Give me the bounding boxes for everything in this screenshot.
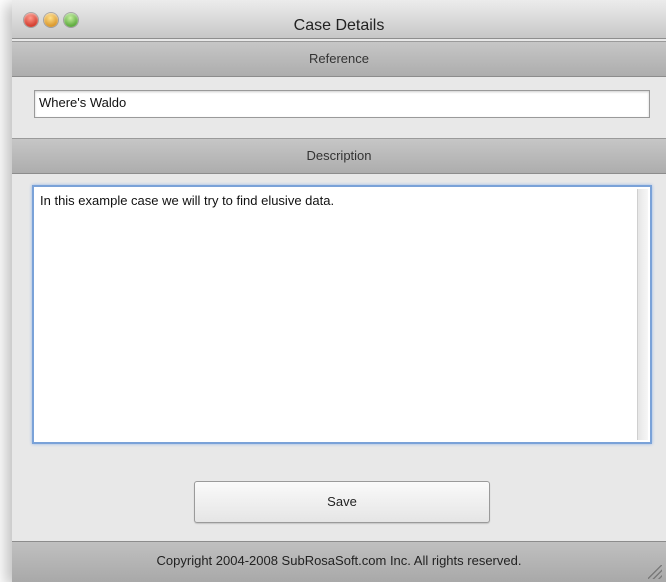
reference-header: Reference [12, 41, 666, 77]
resize-grip-icon[interactable] [648, 565, 662, 579]
save-button[interactable]: Save [194, 481, 490, 523]
description-scrollbar[interactable] [637, 189, 648, 440]
description-header: Description [12, 138, 666, 174]
reference-field[interactable]: Where's Waldo [34, 90, 650, 118]
copyright-text: Copyright 2004-2008 SubRosaSoft.com Inc.… [156, 553, 522, 568]
status-bar: Copyright 2004-2008 SubRosaSoft.com Inc.… [12, 541, 666, 582]
description-textarea[interactable]: In this example case we will try to find… [32, 185, 652, 444]
description-text: In this example case we will try to find… [40, 193, 335, 208]
title-bar: Case Details [12, 0, 666, 39]
window-title: Case Details [293, 17, 385, 34]
case-details-window: Case Details Reference Where's Waldo Des… [12, 0, 666, 582]
